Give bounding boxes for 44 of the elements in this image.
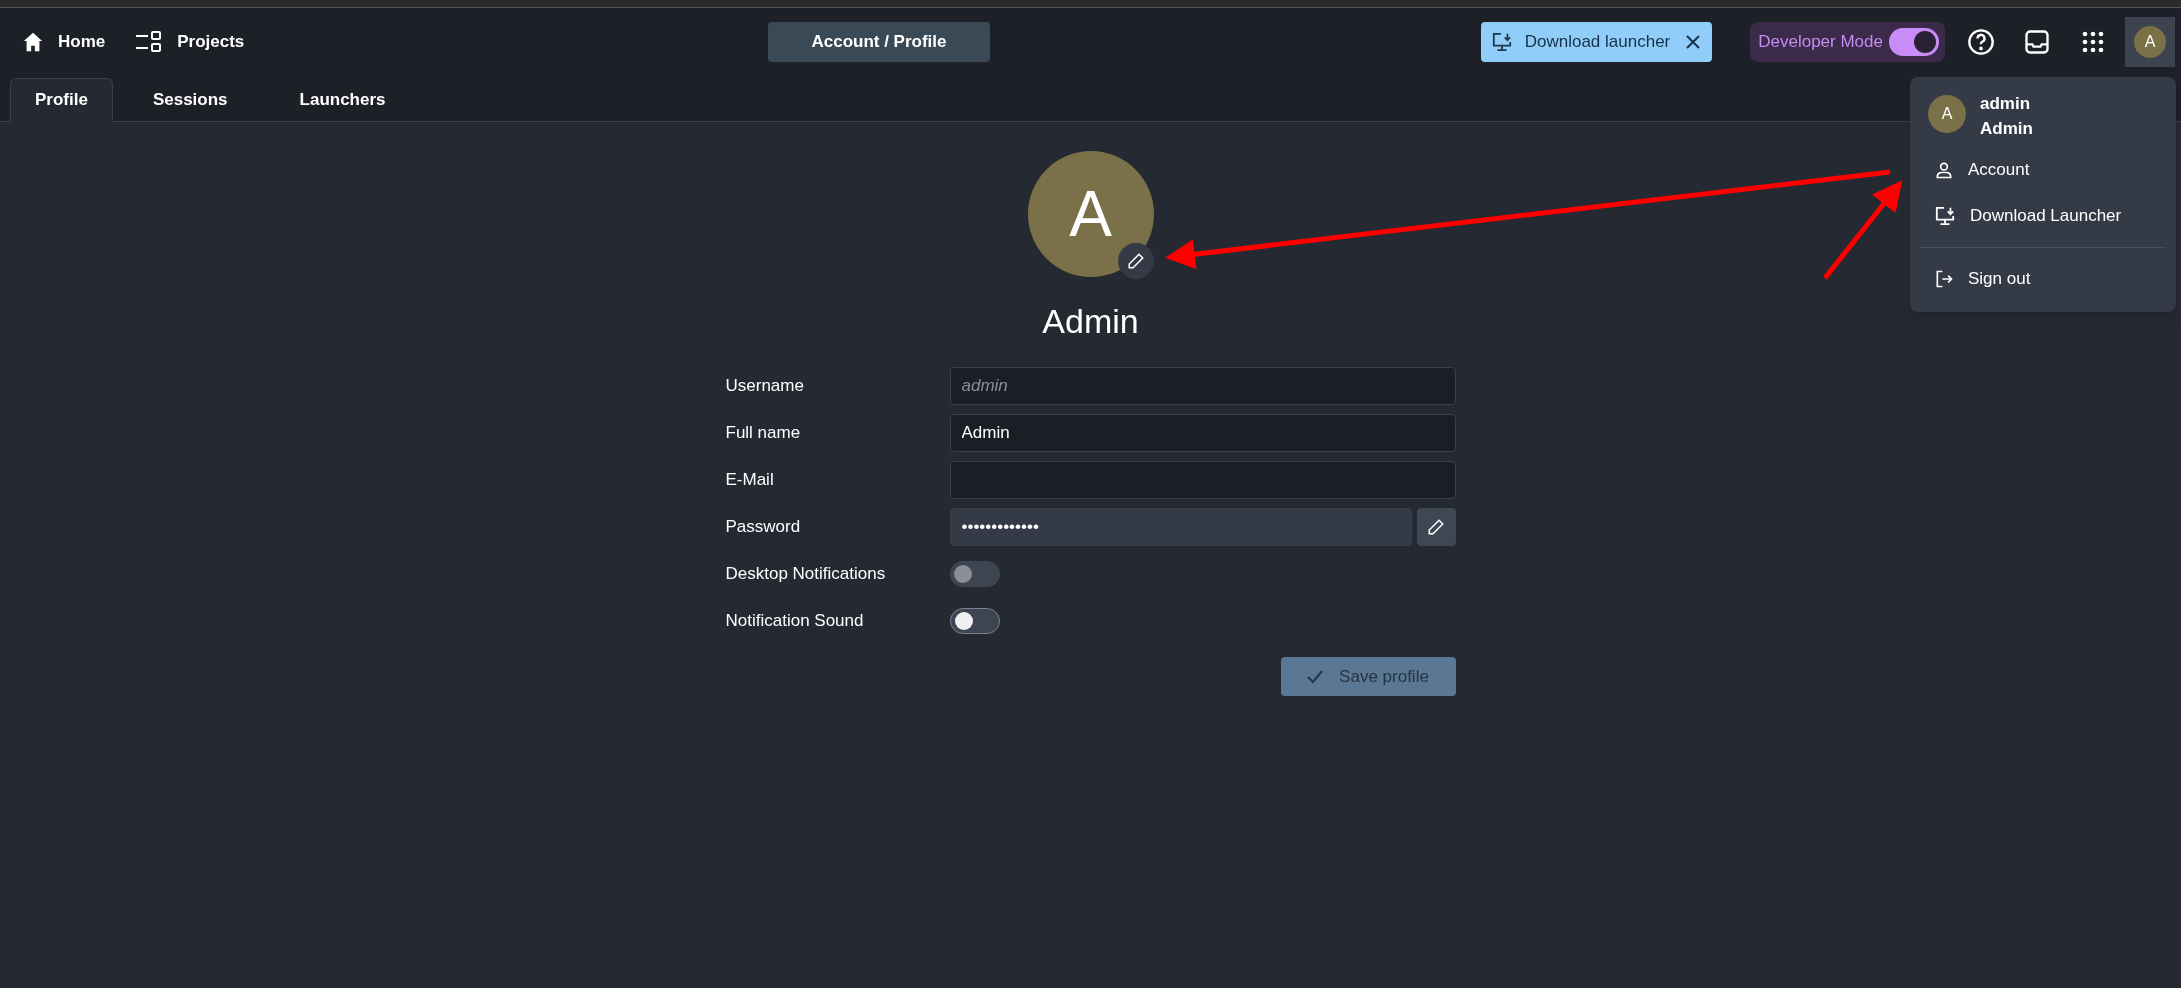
person-icon <box>1934 160 1954 180</box>
field-label: Username <box>725 375 805 398</box>
user-avatar: A <box>1928 95 1966 133</box>
field-label: E-Mail <box>725 469 775 492</box>
help-icon <box>1967 27 1995 56</box>
home-link[interactable]: Home <box>22 28 106 55</box>
developer-mode-label: Developer Mode <box>1758 30 1883 53</box>
monitor-download-icon <box>1490 31 1513 52</box>
input-field[interactable]: admin <box>949 367 1456 405</box>
tab[interactable]: Launchers <box>275 78 410 122</box>
monitor-download-icon <box>1934 206 1956 226</box>
menu-item[interactable]: Account <box>1910 147 2176 193</box>
projects-icon <box>135 29 164 54</box>
field-label: Full name <box>725 422 802 445</box>
inbox-icon <box>2023 27 2051 56</box>
username: admin <box>1980 93 2032 115</box>
sign-out-icon <box>1934 269 1954 289</box>
profile-avatar: A <box>1027 151 1154 277</box>
tab[interactable]: Profile <box>10 78 113 122</box>
pencil-icon <box>1427 518 1445 536</box>
toggle-switch[interactable] <box>949 608 1000 634</box>
tab[interactable]: Sessions <box>128 78 252 122</box>
input-field[interactable] <box>949 461 1456 499</box>
edit-avatar-button[interactable] <box>1117 243 1154 279</box>
field-label: Password <box>725 516 802 539</box>
home-icon <box>22 30 44 53</box>
close-icon <box>1686 34 1701 49</box>
menu-item[interactable]: Download Launcher <box>1910 193 2176 239</box>
check-icon <box>1307 669 1324 684</box>
input-field[interactable]: Admin <box>949 414 1456 452</box>
pencil-icon <box>1126 252 1145 270</box>
breadcrumb-button[interactable]: Account / Profile <box>768 22 990 62</box>
field-label: Desktop Notifications <box>725 563 887 586</box>
apps-grid-icon <box>2081 29 2105 54</box>
developer-mode-toggle[interactable] <box>1889 27 1939 56</box>
profile-name: Admin <box>1042 301 1139 342</box>
field-label: Notification Sound <box>725 610 865 633</box>
projects-link[interactable]: Projects <box>135 28 245 55</box>
edit-password-button[interactable] <box>1416 508 1456 546</box>
download-launcher-link[interactable]: Download launcher <box>1524 28 1671 55</box>
user-full-name: Admin <box>1980 118 2033 140</box>
user-avatar-button[interactable]: A <box>2125 16 2175 67</box>
menu-item[interactable]: Sign out <box>1910 256 2176 302</box>
password-field[interactable]: ••••••••••••• <box>949 508 1412 546</box>
